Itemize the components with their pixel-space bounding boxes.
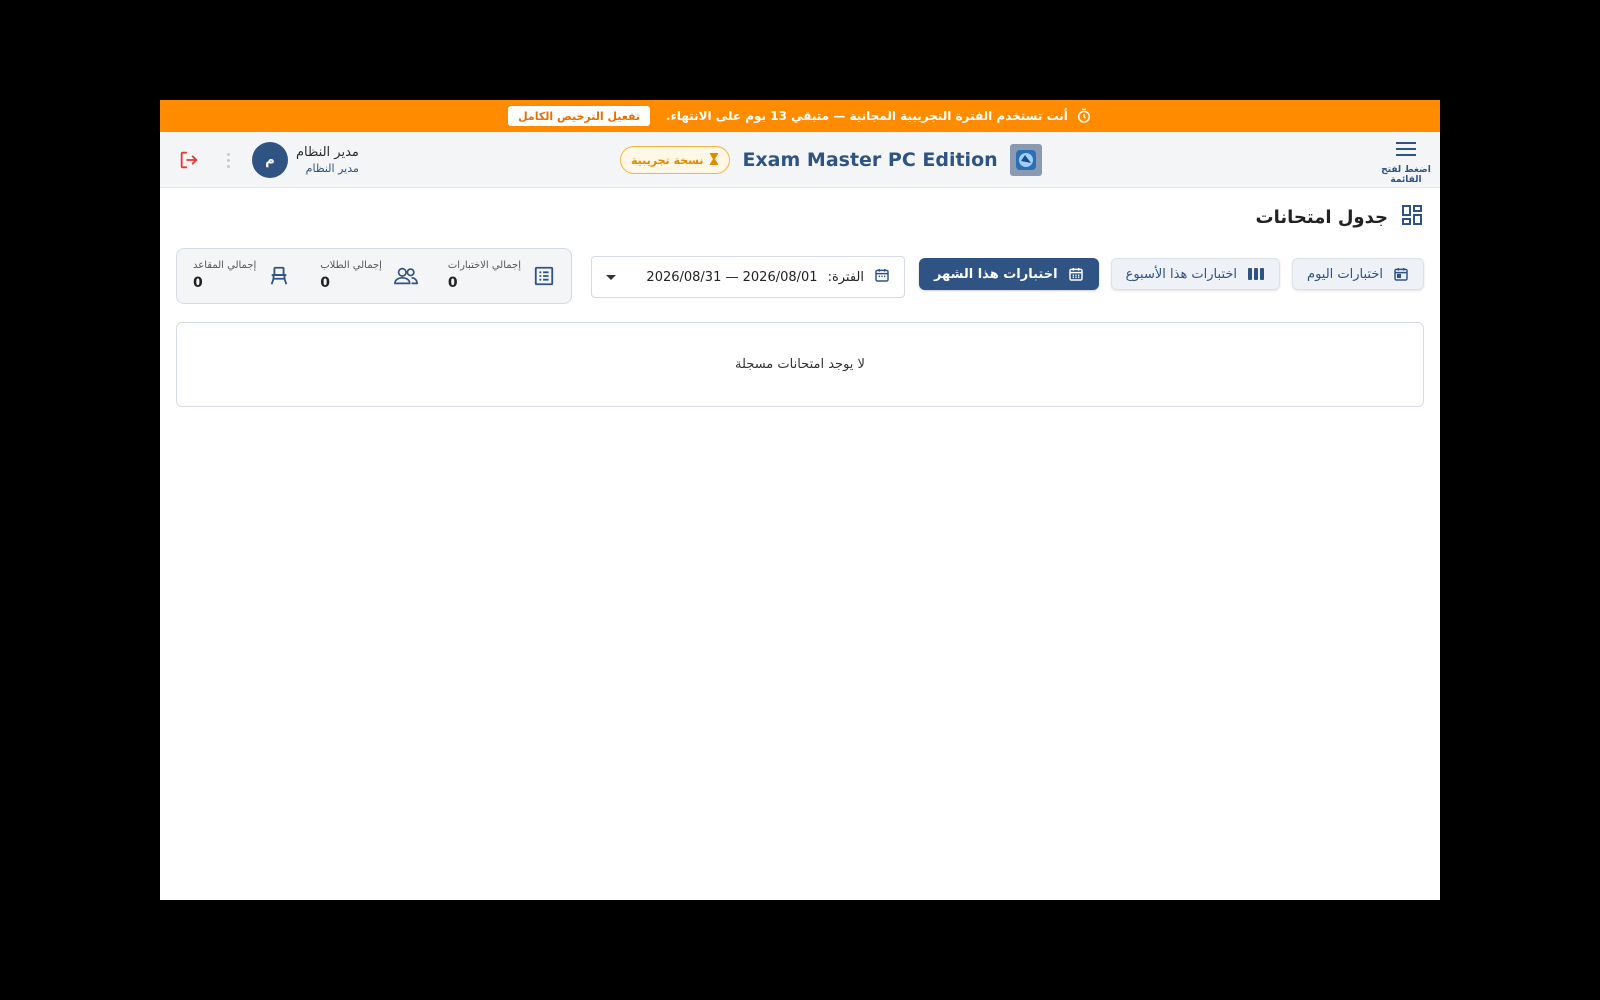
logout-icon[interactable]: [176, 147, 202, 173]
trial-message-text: أنت تستخدم الفترة التجريبية المجانية — م…: [666, 109, 1068, 123]
dashboard-icon: [1400, 203, 1424, 231]
app-logo: [1009, 144, 1042, 176]
trial-banner: تفعيل الترخيص الكامل أنت تستخدم الفترة ا…: [160, 100, 1440, 132]
user-info: مدير النظام مدير النظام: [296, 144, 359, 176]
period-prefix: الفترة:: [827, 269, 864, 285]
app-header: اضغط لفتح القائمة نسخة تجريبية Exam Mast…: [160, 132, 1440, 188]
calendar-month-icon: [1068, 266, 1084, 282]
calendar-today-icon: [1393, 266, 1409, 282]
stat-label: إجمالي الطلاب: [320, 260, 382, 271]
list-icon: [533, 265, 555, 287]
user-role: مدير النظام: [305, 162, 359, 175]
stat-value: 0: [193, 275, 203, 291]
more-options-icon[interactable]: [222, 147, 234, 173]
stat-total-seats: إجمالي المقاعد 0: [193, 259, 290, 293]
menu-caption: اضغط لفتح القائمة: [1381, 165, 1431, 185]
hamburger-icon: [1395, 140, 1417, 162]
stat-label: إجمالي الاختبارات: [447, 260, 521, 271]
month-exams-button[interactable]: اختبارات هذا الشهر: [918, 258, 1099, 290]
month-exams-label: اختبارات هذا الشهر: [933, 266, 1058, 282]
trial-badge-label: نسخة تجريبية: [631, 153, 704, 167]
trial-badge: نسخة تجريبية: [620, 146, 731, 174]
stat-label: إجمالي المقاعد: [193, 260, 257, 271]
stat-value: 0: [320, 275, 330, 291]
period-value: 2026/08/01 — 2026/08/31: [646, 269, 818, 285]
menu-toggle[interactable]: اضغط لفتح القائمة: [1381, 140, 1431, 185]
timer-icon: [1076, 108, 1092, 124]
stat-value: 0: [447, 275, 458, 291]
stat-total-students: إجمالي الطلاب 0: [320, 259, 418, 293]
calendar-icon: [874, 267, 890, 287]
today-exams-label: اختبارات اليوم: [1307, 266, 1383, 282]
stats-summary: إجمالي الاختبارات 0 إجمالي الطلاب 0 إجما…: [176, 248, 572, 304]
week-view-icon: [1247, 266, 1265, 282]
avatar[interactable]: م: [252, 142, 288, 178]
people-icon: [394, 266, 418, 286]
activate-license-button[interactable]: تفعيل الترخيص الكامل: [508, 106, 651, 126]
filter-toolbar: اختبارات اليوم اختبارات هذا الأسبوع اختب…: [918, 258, 1424, 290]
period-picker[interactable]: الفترة: 2026/08/01 — 2026/08/31: [591, 256, 905, 298]
hourglass-icon: [709, 152, 719, 168]
app-title: Exam Master PC Edition: [742, 149, 998, 171]
empty-state-message: لا يوجد امتحانات مسجلة: [735, 357, 865, 372]
today-exams-button[interactable]: اختبارات اليوم: [1292, 258, 1424, 290]
page-title: جدول امتحانات: [1255, 206, 1388, 228]
seat-icon: [268, 265, 290, 287]
user-name: مدير النظام: [296, 145, 359, 160]
trial-message: أنت تستخدم الفترة التجريبية المجانية — م…: [666, 108, 1092, 124]
stat-total-exams: إجمالي الاختبارات 0: [448, 259, 555, 293]
brand: نسخة تجريبية Exam Master PC Edition: [620, 144, 1042, 176]
user-area: م مدير النظام مدير النظام: [176, 142, 359, 178]
app-window: تفعيل الترخيص الكامل أنت تستخدم الفترة ا…: [160, 100, 1440, 900]
chevron-down-icon[interactable]: [606, 274, 616, 280]
week-exams-button[interactable]: اختبارات هذا الأسبوع: [1110, 258, 1281, 290]
page-header: جدول امتحانات: [1256, 204, 1424, 230]
period-display: الفترة: 2026/08/01 — 2026/08/31: [646, 267, 890, 287]
week-exams-label: اختبارات هذا الأسبوع: [1125, 266, 1238, 282]
exams-table-panel: لا يوجد امتحانات مسجلة: [176, 322, 1424, 407]
